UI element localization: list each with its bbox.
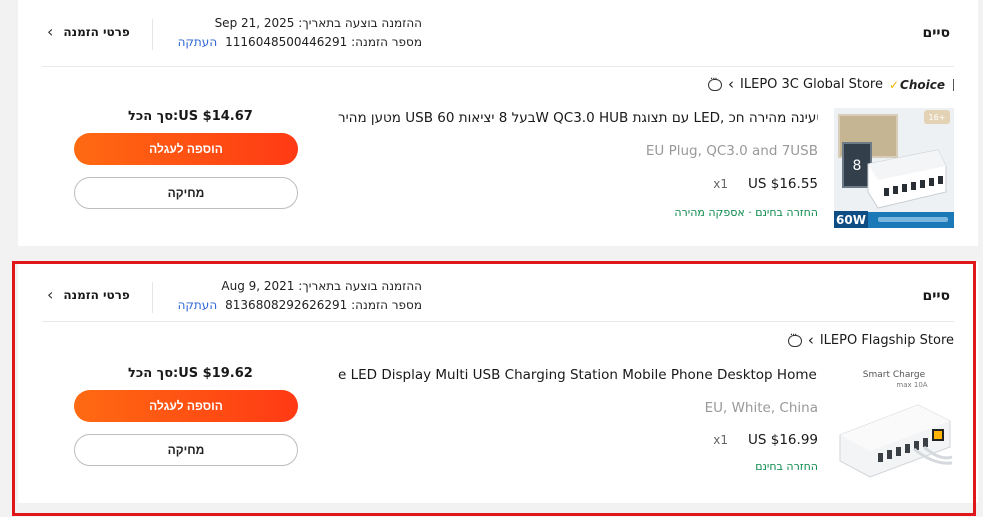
order-card: סיים ההזמנה בוצעה בתאריך: Aug 9, 2021 מס… — [18, 263, 978, 503]
product-perks: החזרה בחינם — [755, 460, 818, 473]
store-row: ‹ ILEPO Flagship Store — [786, 330, 954, 349]
order-total: סך הכל:US $14.67 — [128, 109, 253, 124]
svg-text:60W: 60W — [836, 213, 866, 227]
product-title[interactable]: מטען מהיר USB בעל 8 יציאות 60W QC3.0 HUB… — [338, 110, 818, 126]
order-details-link[interactable]: ‹ פרטי הזמנה — [47, 24, 130, 40]
image-caption: Smart Charge — [863, 370, 926, 380]
order-meta: ההזמנה בוצעה בתאריך: Sep 21, 2025 מספר ה… — [162, 14, 422, 52]
placed-date: Aug 9, 2021 — [221, 279, 295, 293]
order-status: סיים — [922, 288, 950, 304]
product-quantity: x1 — [713, 177, 728, 191]
order-number-label: מספר הזמנה: — [351, 298, 422, 312]
product-variant: EU Plug, QC3.0 and 7USB — [645, 143, 818, 159]
chat-icon[interactable] — [708, 74, 723, 91]
chevron-left-icon: ‹ — [807, 331, 814, 349]
copy-button[interactable]: העתקה — [178, 35, 218, 49]
placed-label: ההזמנה בוצעה בתאריך: — [298, 16, 422, 30]
order-total: סך הכל:US $19.62 — [128, 366, 253, 381]
delete-button[interactable]: מחיקה — [74, 177, 298, 209]
choice-label: Choice — [900, 77, 945, 92]
order-details-link[interactable]: ‹ פרטי הזמנה — [47, 287, 130, 303]
divider — [152, 19, 153, 50]
product-price: US $16.99 — [748, 432, 818, 448]
add-to-cart-button[interactable]: הוספה לעגלה — [74, 390, 298, 422]
image-subcaption: max 10A — [896, 381, 927, 389]
check-icon: ✓ — [888, 77, 900, 92]
chevron-left-icon: ‹ — [47, 285, 54, 304]
store-name[interactable]: ILEPO Flagship Store — [820, 333, 954, 348]
divider — [953, 78, 954, 91]
product-image[interactable]: Smart Charge max 10A — [834, 365, 954, 485]
order-meta: ההזמנה בוצעה בתאריך: Aug 9, 2021 מספר הז… — [162, 277, 422, 315]
product-perks: החזרה בחינם · אספקה מהירה — [674, 206, 818, 219]
order-number: 1116048500446291 — [225, 35, 348, 49]
placed-date: Sep 21, 2025 — [214, 16, 295, 30]
product-price: US $16.55 — [748, 176, 818, 192]
smart-charge-station-image: Smart Charge max 10A — [834, 365, 954, 485]
product-title[interactable]: e LED Display Multi USB Charging Station… — [338, 367, 818, 383]
divider — [42, 321, 954, 322]
usb-charger-60w-image: 16+ 8 60W — [834, 108, 954, 228]
placed-label: ההזמנה בוצעה בתאריך: — [298, 279, 422, 293]
store-name[interactable]: ILEPO 3C Global Store — [740, 77, 883, 92]
divider — [152, 282, 153, 313]
order-details-label: פרטי הזמנה — [63, 25, 130, 39]
order-number: 8136808292626291 — [225, 298, 348, 312]
order-number-label: מספר הזמנה: — [351, 35, 422, 49]
choice-badge: ✓Choice — [889, 78, 945, 92]
order-details-label: פרטי הזמנה — [63, 288, 130, 302]
add-to-cart-button[interactable]: הוספה לעגלה — [74, 133, 298, 165]
product-image[interactable]: 16+ 8 60W — [834, 108, 954, 228]
product-quantity: x1 — [713, 433, 728, 447]
copy-button[interactable]: העתקה — [178, 298, 218, 312]
product-variant: EU, White, China — [704, 400, 818, 416]
chevron-left-icon: ‹ — [728, 75, 735, 93]
chat-icon[interactable] — [787, 330, 802, 347]
svg-text:16+: 16+ — [929, 113, 946, 122]
chevron-left-icon: ‹ — [47, 22, 54, 41]
order-card: סיים ההזמנה בוצעה בתאריך: Sep 21, 2025 מ… — [18, 0, 978, 246]
divider — [42, 66, 954, 67]
delete-button[interactable]: מחיקה — [74, 434, 298, 466]
svg-text:8: 8 — [853, 158, 862, 174]
store-row: ‹ ILEPO 3C Global Store ✓Choice — [706, 74, 954, 93]
order-status: סיים — [922, 25, 950, 41]
